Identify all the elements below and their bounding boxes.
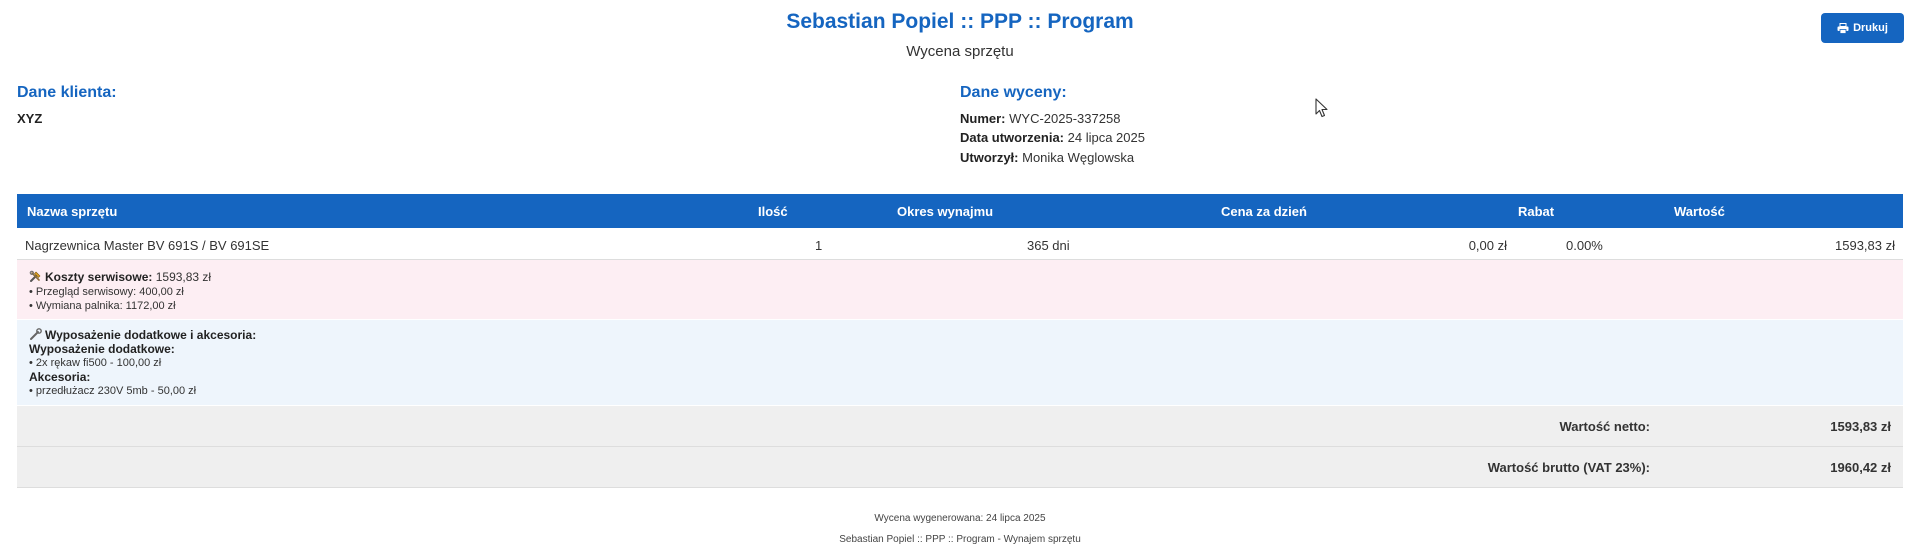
gross-total-row: Wartość brutto (VAT 23%): 1960,42 zł: [17, 447, 1903, 487]
table-row: Nagrzewnica Master BV 691S / BV 691SE 1 …: [17, 229, 1903, 259]
footer-brand: Sebastian Popiel :: PPP :: Program - Wyn…: [839, 534, 1081, 545]
col-quantity-header: Ilość: [758, 204, 788, 219]
quote-author-label: Utworzył:: [960, 150, 1019, 165]
cell-value: 1593,83 zł: [1835, 238, 1895, 253]
cell-period: 365 dni: [1027, 238, 1070, 253]
quote-date-value: 24 lipca 2025: [1067, 130, 1145, 145]
gross-total-value: 1960,42 zł: [1830, 460, 1891, 475]
client-heading: Dane klienta:: [17, 84, 117, 101]
quote-number-label: Numer:: [960, 111, 1006, 126]
col-name-header: Nazwa sprzętu: [27, 204, 118, 219]
service-costs-label: Koszty serwisowe:: [45, 270, 153, 284]
page-subtitle: Wycena sprzętu: [906, 43, 1014, 60]
tools-icon: [29, 270, 42, 286]
col-period-header: Okres wynajmu: [897, 204, 994, 219]
quote-date: Data utworzenia: 24 lipca 2025: [960, 130, 1145, 145]
quote-author-value: Monika Węglowska: [1022, 150, 1135, 165]
mouse-cursor-icon: [1315, 98, 1329, 123]
gross-total-label: Wartość brutto (VAT 23%):: [1487, 460, 1650, 475]
client-name: XYZ: [17, 111, 43, 126]
col-discount-header: Rabat: [1518, 204, 1555, 219]
service-costs-header: Koszty serwisowe: 1593,83 zł: [29, 270, 211, 286]
equipment-title: Wyposażenie dodatkowe i akcesoria:: [45, 328, 257, 342]
service-item: • Wymiana palnika: 1172,00 zł: [29, 300, 176, 312]
accessories-label: Akcesoria:: [29, 370, 91, 384]
net-total-row: Wartość netto: 1593,83 zł: [17, 406, 1903, 446]
col-value-header: Wartość: [1674, 204, 1725, 219]
quote-author: Utworzył: Monika Węglowska: [960, 150, 1134, 165]
accessories-item: • przedłużacz 230V 5mb - 50,00 zł: [29, 385, 197, 397]
quote-date-label: Data utworzenia:: [960, 130, 1065, 145]
service-costs-total: 1593,83 zł: [155, 270, 212, 284]
cell-discount: 0.00%: [1566, 238, 1603, 253]
service-costs-box: Koszty serwisowe: 1593,83 zł • Przegląd …: [17, 260, 1903, 319]
footer-generated: Wycena wygenerowana: 24 lipca 2025: [874, 513, 1046, 524]
cell-price-per-day: 0,00 zł: [1468, 238, 1507, 253]
service-item: • Przegląd serwisowy: 400,00 zł: [29, 286, 184, 298]
quote-number-value: WYC-2025-337258: [1009, 111, 1121, 126]
table-bottom-border: [17, 487, 1903, 488]
printer-icon: [1837, 22, 1849, 34]
net-total-label: Wartość netto:: [1559, 419, 1650, 434]
extra-equipment-item: • 2x rękaw fi500 - 100,00 zł: [29, 357, 162, 369]
cell-equipment-name: Nagrzewnica Master BV 691S / BV 691SE: [25, 238, 270, 253]
print-button-label: Drukuj: [1853, 22, 1888, 34]
net-total-value: 1593,83 zł: [1830, 419, 1891, 434]
quote-number: Numer: WYC-2025-337258: [960, 111, 1120, 126]
cell-quantity: 1: [815, 238, 823, 253]
page-title: Sebastian Popiel :: PPP :: Program: [786, 10, 1134, 33]
table-header: Nazwa sprzętu Ilość Okres wynajmu Cena z…: [17, 194, 1903, 228]
quote-heading: Dane wyceny:: [960, 84, 1067, 101]
extra-equipment-label: Wyposażenie dodatkowe:: [29, 342, 175, 356]
print-button[interactable]: Drukuj: [1821, 13, 1904, 43]
equipment-box: Wyposażenie dodatkowe i akcesoria: Wypos…: [17, 320, 1903, 405]
col-price-header: Cena za dzień: [1221, 204, 1307, 219]
